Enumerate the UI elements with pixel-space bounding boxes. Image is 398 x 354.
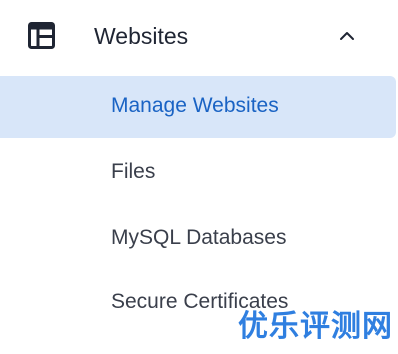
menu-item-label: Manage Websites [111, 94, 279, 117]
menu-item-label: Files [111, 160, 156, 183]
section-title: Websites [94, 23, 189, 49]
sidebar-nav: Websites Manage Websites Files MySQL Dat… [0, 0, 398, 354]
layout-icon [28, 22, 55, 49]
menu-item-mysql-databases[interactable]: MySQL Databases [0, 208, 396, 270]
menu-item-label: MySQL Databases [111, 226, 287, 249]
menu-item-files[interactable]: Files [0, 142, 396, 204]
watermark-text: 优乐评测网 [238, 309, 393, 344]
websites-section-header[interactable]: Websites [0, 0, 398, 72]
chevron-up-icon[interactable] [338, 28, 356, 42]
menu-item-manage-websites[interactable]: Manage Websites [0, 76, 396, 138]
